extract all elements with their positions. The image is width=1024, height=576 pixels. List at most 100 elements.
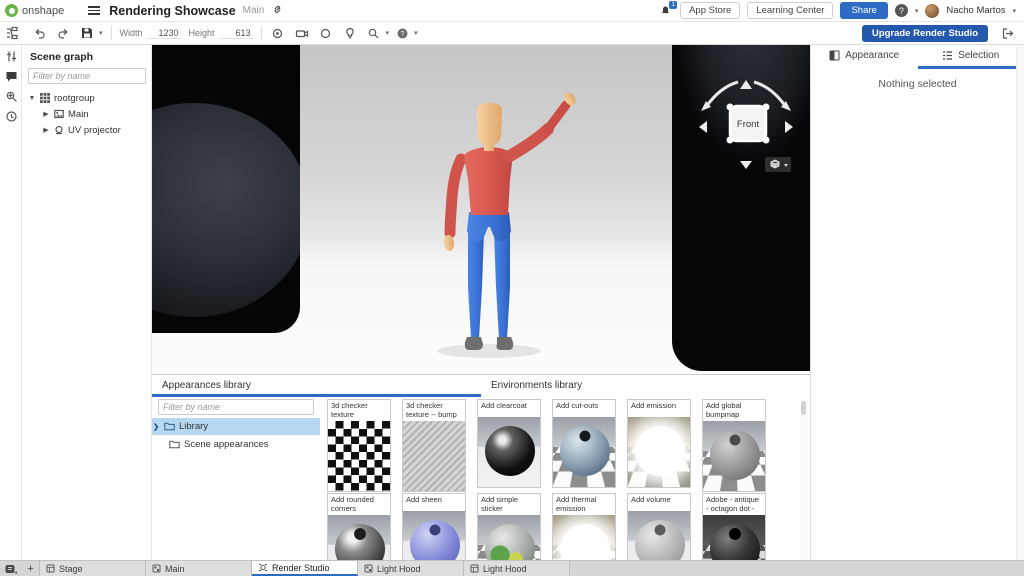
- render-studio-app: onshape Rendering Showcase Main 1 App St…: [0, 0, 1024, 576]
- appearance-item[interactable]: Adobe - antique - octagon dot -: [702, 493, 766, 560]
- toolbar-help-icon[interactable]: ?: [395, 26, 409, 40]
- library-filter-input[interactable]: [158, 399, 314, 415]
- menu-icon[interactable]: [88, 4, 100, 17]
- camera-icon[interactable]: [295, 26, 309, 40]
- help-chevron-down-icon[interactable]: ▾: [915, 7, 919, 15]
- sphere-icon[interactable]: [319, 26, 333, 40]
- appearance-item[interactable]: 3d checker texture: [327, 399, 391, 492]
- model-icon: [54, 109, 64, 119]
- appearance-item[interactable]: Add simple sticker: [477, 493, 541, 560]
- onshape-logo-text[interactable]: onshape: [22, 5, 64, 17]
- appearance-item[interactable]: Add clearcoat: [477, 399, 541, 488]
- tree-node-label: Main: [68, 109, 89, 120]
- height-value[interactable]: 613: [219, 28, 253, 39]
- tree-node-uv-projector[interactable]: ▶ UV projector: [22, 122, 151, 138]
- tab-selection[interactable]: Selection: [918, 45, 1024, 69]
- appearance-label: Add global bumpmap: [703, 400, 765, 421]
- tab-label: Stage: [59, 564, 83, 574]
- tab-stage[interactable]: Stage: [40, 561, 146, 576]
- light-icon[interactable]: [343, 26, 357, 40]
- save-chevron-down-icon[interactable]: ▾: [99, 29, 103, 37]
- view-menu-button[interactable]: [765, 157, 791, 172]
- width-field[interactable]: Width 1230: [120, 28, 181, 39]
- exit-render-studio-icon[interactable]: [1001, 27, 1015, 45]
- onshape-logo-icon[interactable]: [5, 4, 18, 17]
- redo-icon[interactable]: [56, 26, 70, 40]
- tab-main[interactable]: Main: [146, 561, 252, 576]
- right-scrollbar[interactable]: [1016, 45, 1024, 560]
- render-studio-icon: [258, 563, 268, 572]
- comment-icon[interactable]: [0, 67, 22, 85]
- share-link-icon[interactable]: [272, 2, 283, 20]
- tab-appearance[interactable]: Appearance: [811, 45, 918, 69]
- undo-icon[interactable]: [32, 26, 46, 40]
- appearance-label: Add rounded corners: [328, 494, 390, 515]
- appearance-item[interactable]: Add volume: [627, 493, 691, 560]
- chevron-down-icon[interactable]: ▼: [28, 95, 36, 102]
- add-tab-button[interactable]: +: [22, 561, 40, 576]
- upgrade-render-studio-button[interactable]: Upgrade Render Studio: [862, 25, 988, 42]
- tilt-down-icon: [740, 161, 752, 169]
- tab-label: Render Studio: [272, 563, 330, 573]
- appearance-item[interactable]: Add sheen: [402, 493, 466, 560]
- width-value[interactable]: 1230: [147, 28, 181, 39]
- tab-manager-icon[interactable]: [0, 561, 22, 576]
- toolbar-help-chevron-down-icon[interactable]: ▾: [414, 29, 418, 37]
- save-icon[interactable]: [80, 26, 94, 40]
- render-settings-icon[interactable]: [271, 26, 285, 40]
- appearance-thumbnail: [703, 515, 765, 560]
- chevron-right-icon[interactable]: ▶: [42, 126, 50, 134]
- document-title: Rendering Showcase: [109, 4, 235, 18]
- appearance-label: Add sheen: [403, 494, 465, 511]
- tab-bar-empty-area: [570, 561, 1024, 576]
- tab-label: Main: [165, 564, 185, 574]
- appearance-thumbnail: [628, 511, 690, 560]
- appearance-item[interactable]: Add emission: [627, 399, 691, 488]
- learning-center-button[interactable]: Learning Center: [747, 2, 833, 19]
- appearance-item[interactable]: 3d checker texture -- bump: [402, 399, 466, 492]
- pan-right-icon: [785, 121, 793, 133]
- scene-graph-toggle-icon[interactable]: [5, 26, 19, 40]
- zoom-chevron-down-icon[interactable]: ▾: [386, 29, 390, 37]
- selection-list-icon: [942, 50, 953, 61]
- cube-icon: [771, 160, 779, 168]
- tab-light-hood-2[interactable]: Light Hood: [464, 561, 570, 576]
- folder-scene-appearances[interactable]: Scene appearances: [152, 436, 320, 453]
- tab-appearances-library[interactable]: Appearances library: [152, 375, 481, 397]
- scene-graph-filter-input[interactable]: [28, 68, 146, 84]
- settings-wrench-icon[interactable]: [0, 87, 22, 105]
- help-icon[interactable]: ?: [895, 4, 908, 17]
- render-viewport[interactable]: Front: [152, 45, 810, 374]
- appearance-item[interactable]: Add cut-outs: [552, 399, 616, 488]
- tree-node-rootgroup[interactable]: ▼ rootgroup: [22, 90, 151, 106]
- appearance-item[interactable]: Add global bumpmap: [702, 399, 766, 492]
- notifications-icon[interactable]: 1: [659, 4, 673, 18]
- height-field[interactable]: Height 613: [189, 28, 253, 39]
- assembly-icon: [152, 564, 161, 573]
- appearance-item[interactable]: Add rounded corners: [327, 493, 391, 560]
- tab-render-studio[interactable]: Render Studio: [252, 561, 358, 576]
- appearance-label: 3d checker texture -- bump: [403, 400, 465, 421]
- app-store-button[interactable]: App Store: [680, 2, 740, 19]
- tab-environments-library[interactable]: Environments library: [481, 375, 810, 397]
- share-button[interactable]: Share: [840, 2, 887, 19]
- rotate-ccw-icon: [706, 82, 738, 107]
- tab-light-hood-1[interactable]: Light Hood: [358, 561, 464, 576]
- workspace-label[interactable]: Main: [243, 5, 265, 16]
- history-icon[interactable]: [0, 107, 22, 125]
- library-scrollbar[interactable]: [800, 399, 807, 559]
- tree-node-main[interactable]: ▶ Main: [22, 106, 151, 122]
- user-chevron-down-icon[interactable]: ▾: [1012, 7, 1016, 15]
- appearance-item[interactable]: Add thermal emission: [552, 493, 616, 560]
- zoom-tools-icon[interactable]: [367, 26, 381, 40]
- view-cube[interactable]: Front: [690, 73, 802, 177]
- folder-label: Library: [179, 421, 208, 432]
- user-name[interactable]: Nacho Martos: [946, 5, 1005, 16]
- folder-library[interactable]: ❯ Library: [152, 418, 320, 435]
- tune-icon[interactable]: [0, 47, 22, 65]
- avatar[interactable]: [925, 4, 939, 18]
- chevron-right-icon[interactable]: ▶: [42, 110, 50, 118]
- appearance-thumbnail: [403, 421, 465, 491]
- tree-node-label: UV projector: [68, 125, 121, 136]
- chevron-right-icon[interactable]: ❯: [152, 423, 160, 431]
